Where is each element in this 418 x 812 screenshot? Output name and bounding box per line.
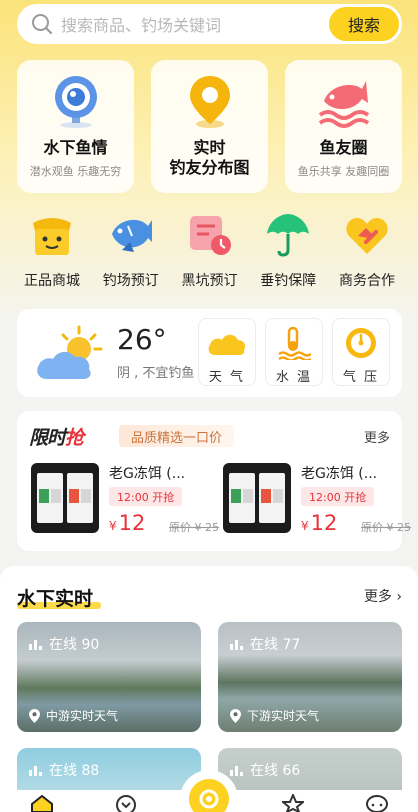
- feature-subtitle: 鱼乐共享 友趣同圈: [297, 165, 390, 178]
- product-original-price: 原价 ¥ 25: [169, 521, 219, 534]
- discover-icon[interactable]: [115, 794, 137, 812]
- metric-weather[interactable]: 天 气: [198, 318, 256, 386]
- feature-title: 水下鱼情: [43, 138, 108, 157]
- feature-subtitle: 潜水观鱼 乐趣无穷: [29, 165, 122, 178]
- home-icon[interactable]: [30, 794, 54, 812]
- feature-title: 实时 钓友分布图: [169, 138, 250, 177]
- feature-title: 鱼友圈: [319, 138, 368, 157]
- online-count: 在线 88: [29, 760, 99, 780]
- quick-link-fishing-booking[interactable]: 钓场预订: [96, 212, 166, 290]
- flash-sale-tag: 品质精选一口价: [119, 425, 235, 447]
- live-location: 中游实时天气: [29, 707, 118, 724]
- weather-description: 阴 , 不宜钓鱼: [117, 366, 195, 381]
- flash-sale-more-link[interactable]: 更多: [364, 427, 390, 446]
- partly-cloudy-icon: [35, 325, 105, 385]
- chat-icon[interactable]: [365, 794, 389, 812]
- star-icon[interactable]: [280, 792, 306, 812]
- umbrella-icon: [265, 212, 311, 258]
- quick-links: 正品商城 钓场预订 黑坑预订 垂钓保障 商务合作: [17, 212, 402, 290]
- cloud-icon: [207, 325, 247, 361]
- live-more-link[interactable]: 更多 ›: [364, 586, 402, 606]
- quick-link-blackpit-booking[interactable]: 黑坑预订: [175, 212, 245, 290]
- handshake-heart-icon: [344, 212, 390, 258]
- shop-icon: [29, 212, 75, 258]
- metric-water-temperature[interactable]: 水 温: [265, 318, 323, 386]
- search-button[interactable]: 搜索: [329, 7, 399, 41]
- quick-link-business-cooperation[interactable]: 商务合作: [332, 212, 402, 290]
- quick-link-shop[interactable]: 正品商城: [17, 212, 87, 290]
- calendar-clock-icon: [187, 212, 233, 258]
- live-location: 下游实时天气: [230, 707, 319, 724]
- online-count: 在线 66: [230, 760, 300, 780]
- feature-underwater-fish[interactable]: 水下鱼情 潜水观鱼 乐趣无穷: [17, 60, 134, 193]
- fish-booking-icon: [108, 212, 154, 258]
- location-icon: [230, 708, 241, 723]
- product-item[interactable]: 老G冻饵 (... 12:00 开抢 ¥12 原价 ¥ 25: [31, 463, 219, 539]
- feature-angler-map[interactable]: 实时 钓友分布图: [151, 60, 268, 193]
- center-location-icon: [189, 779, 229, 812]
- quick-link-label: 正品商城: [24, 273, 80, 289]
- pressure-gauge-icon: [344, 325, 378, 361]
- product-image: [223, 463, 291, 533]
- fish-icon: [318, 74, 370, 130]
- product-name: 老G冻饵 (...: [109, 466, 186, 482]
- flash-sale-logo: 限时抢: [29, 427, 84, 449]
- product-start-time: 12:00 开抢: [109, 487, 183, 506]
- chevron-right-icon: ›: [396, 589, 402, 605]
- camera-icon: [50, 74, 102, 130]
- metric-label: 气 压: [342, 370, 380, 385]
- product-original-price: 原价 ¥ 25: [361, 521, 411, 534]
- temperature: 26°: [117, 323, 167, 356]
- product-price: ¥12: [301, 511, 338, 535]
- product-image: [31, 463, 99, 533]
- section-title: 水下实时: [17, 588, 94, 610]
- live-card[interactable]: 在线 90 中游实时天气: [17, 622, 201, 732]
- product-name: 老G冻饵 (...: [301, 466, 378, 482]
- metric-label: 天 气: [208, 370, 246, 385]
- water-temperature-icon: [277, 325, 311, 361]
- quick-link-label: 黑坑预订: [181, 273, 238, 289]
- bars-icon: [230, 640, 243, 650]
- feature-cards: 水下鱼情 潜水观鱼 乐趣无穷 实时 钓友分布图 鱼友圈 鱼乐共享 友趣同圈: [17, 60, 402, 193]
- flash-sale-card: 限时抢 品质精选一口价 更多 老G冻饵 (... 12:00 开抢 ¥12 原价…: [17, 411, 411, 551]
- location-pin-icon: [187, 74, 233, 130]
- search-input[interactable]: 搜索商品、钓场关键词: [61, 12, 329, 36]
- quick-link-label: 垂钓保障: [260, 273, 317, 289]
- quick-link-fishing-protection[interactable]: 垂钓保障: [253, 212, 323, 290]
- quick-link-label: 商务合作: [339, 273, 395, 289]
- product-price: ¥12: [109, 511, 146, 535]
- product-start-time: 12:00 开抢: [301, 487, 375, 506]
- live-card[interactable]: 在线 77 下游实时天气: [218, 622, 402, 732]
- quick-link-label: 钓场预订: [102, 273, 159, 289]
- location-icon: [29, 708, 40, 723]
- bars-icon: [29, 766, 42, 776]
- product-item[interactable]: 老G冻饵 (... 12:00 开抢 ¥12 原价 ¥ 25: [223, 463, 411, 539]
- bars-icon: [29, 640, 42, 650]
- search-icon: [23, 13, 61, 35]
- feature-fish-circle[interactable]: 鱼友圈 鱼乐共享 友趣同圈: [285, 60, 402, 193]
- online-count: 在线 77: [230, 634, 300, 654]
- metric-pressure[interactable]: 气 压: [332, 318, 390, 386]
- online-count: 在线 90: [29, 634, 99, 654]
- bars-icon: [230, 766, 243, 776]
- weather-card[interactable]: 26° 阴 , 不宜钓鱼 天 气 水 温 气 压: [17, 309, 402, 397]
- search-bar[interactable]: 搜索商品、钓场关键词 搜索: [17, 4, 402, 44]
- metric-label: 水 温: [275, 370, 313, 385]
